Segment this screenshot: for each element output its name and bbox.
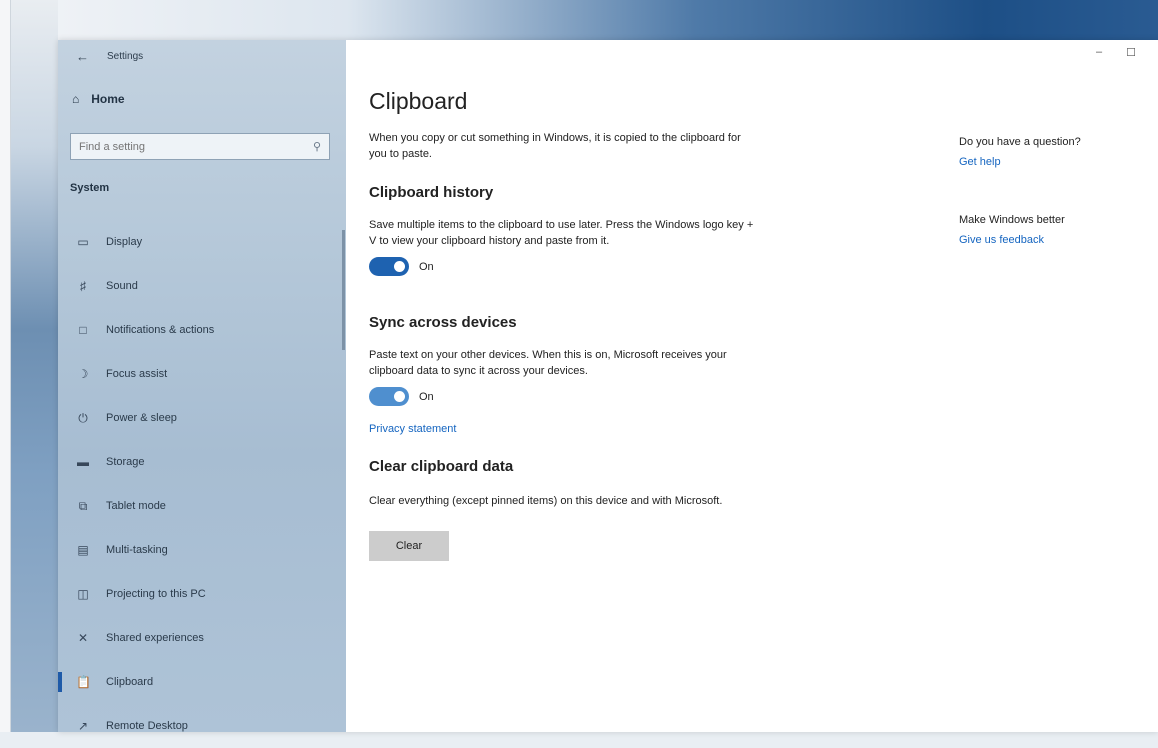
sidebar-item-label: Remote Desktop [106, 720, 188, 732]
back-arrow-icon[interactable]: ← [76, 49, 89, 64]
clipboard-history-toggle-label: On [419, 260, 434, 273]
toggle-knob [394, 391, 405, 402]
sidebar-item-tablet-mode[interactable]: ⧉ Tablet mode [58, 484, 346, 528]
sidebar-item-label: Display [106, 236, 143, 248]
sidebar-item-projecting[interactable]: ◫ Projecting to this PC [58, 572, 346, 616]
clipboard-history-toggle-row: On [369, 257, 769, 276]
search-box[interactable]: ⚲ [70, 133, 330, 160]
sidebar-item-label: Projecting to this PC [106, 588, 206, 600]
feedback-heading: Make Windows better [959, 214, 1065, 226]
sidebar-item-multitasking[interactable]: ▤ Multi-tasking [58, 528, 346, 572]
remote-desktop-icon: ↗ [77, 719, 89, 733]
storage-icon: ▬ [77, 455, 89, 469]
sync-toggle[interactable] [369, 387, 409, 406]
clipboard-settings: Clipboard When you copy or cut something… [369, 86, 769, 561]
projecting-icon: ◫ [77, 587, 89, 601]
get-help-link[interactable]: Get help [959, 156, 1149, 168]
sidebar-item-power-sleep[interactable]: ⏻ Power & sleep [58, 396, 346, 440]
toggle-knob [394, 261, 405, 272]
focus-assist-icon: ☽ [77, 367, 89, 381]
title-bar: ← Settings [76, 46, 143, 66]
content-pane: – ☐ Clipboard When you copy or cut somet… [346, 40, 1158, 732]
sidebar-item-focus-assist[interactable]: ☽ Focus assist [58, 352, 346, 396]
sidebar-item-label: Clipboard [106, 676, 154, 688]
tablet-mode-icon: ⧉ [78, 498, 88, 513]
question-heading: Do you have a question? [959, 136, 1081, 148]
clear-description: Clear everything (except pinned items) o… [369, 495, 723, 507]
privacy-statement-link[interactable]: Privacy statement [369, 423, 769, 435]
clear-button[interactable]: Clear [369, 531, 449, 561]
multitasking-icon: ▤ [77, 543, 89, 557]
search-input[interactable] [79, 140, 279, 153]
sidebar-item-shared-experiences[interactable]: ✕ Shared experiences [58, 616, 346, 660]
sidebar-item-storage[interactable]: ▬ Storage [58, 440, 346, 484]
sync-toggle-label: On [419, 390, 434, 403]
sync-toggle-row: On [369, 387, 769, 406]
page-title: Clipboard [369, 88, 468, 114]
sidebar-item-display[interactable]: ▭ Display [58, 220, 346, 264]
help-aside: Do you have a question? Get help Make Wi… [959, 136, 1149, 246]
minimize-button[interactable]: – [1096, 46, 1102, 59]
sidebar-item-clipboard[interactable]: 📋 Clipboard [58, 660, 346, 704]
sidebar-item-notifications[interactable]: □ Notifications & actions [58, 308, 346, 352]
sidebar-item-label: Multi-tasking [106, 544, 168, 556]
sidebar-item-remote-desktop[interactable]: ↗ Remote Desktop [58, 704, 346, 748]
sidebar-nav: ▭ Display ♯ Sound □ Notifications & acti… [58, 220, 346, 748]
sidebar-item-label: Storage [106, 456, 145, 468]
settings-window: ← Settings ⌂ Home ⚲ System ▭ Display ♯ S… [58, 40, 1158, 733]
give-feedback-link[interactable]: Give us feedback [959, 234, 1149, 246]
clear-heading: Clear clipboard data [369, 458, 514, 475]
notifications-icon: □ [79, 323, 87, 337]
clipboard-history-heading: Clipboard history [369, 184, 494, 201]
home-link[interactable]: ⌂ Home [72, 92, 125, 106]
desktop-edge [0, 0, 11, 732]
sidebar-item-label: Shared experiences [106, 632, 204, 644]
home-icon: ⌂ [72, 92, 80, 106]
shared-experiences-icon: ✕ [77, 631, 89, 645]
sidebar-item-label: Sound [106, 280, 138, 292]
desktop-background-top [0, 0, 1158, 40]
clipboard-history-toggle[interactable] [369, 257, 409, 276]
intro-text: When you copy or cut something in Window… [369, 132, 741, 160]
sidebar-item-sound[interactable]: ♯ Sound [58, 264, 346, 308]
sync-heading: Sync across devices [369, 314, 517, 331]
clipboard-icon: 📋 [76, 675, 91, 689]
search-icon[interactable]: ⚲ [313, 140, 321, 153]
section-label-system: System [70, 182, 110, 194]
sidebar-item-label: Tablet mode [106, 500, 166, 512]
home-label: Home [91, 92, 125, 106]
sidebar-item-label: Notifications & actions [106, 324, 215, 336]
clipboard-history-description: Save multiple items to the clipboard to … [369, 219, 754, 247]
power-icon: ⏻ [78, 410, 88, 425]
sidebar: ← Settings ⌂ Home ⚲ System ▭ Display ♯ S… [58, 40, 346, 733]
maximize-button[interactable]: ☐ [1126, 46, 1136, 59]
sidebar-item-label: Power & sleep [106, 412, 177, 424]
sync-description: Paste text on your other devices. When t… [369, 349, 727, 377]
window-controls: – ☐ [1096, 46, 1136, 59]
sound-icon: ♯ [80, 279, 86, 293]
window-title: Settings [107, 50, 144, 62]
sidebar-item-label: Focus assist [106, 368, 168, 380]
display-icon: ▭ [77, 235, 89, 249]
